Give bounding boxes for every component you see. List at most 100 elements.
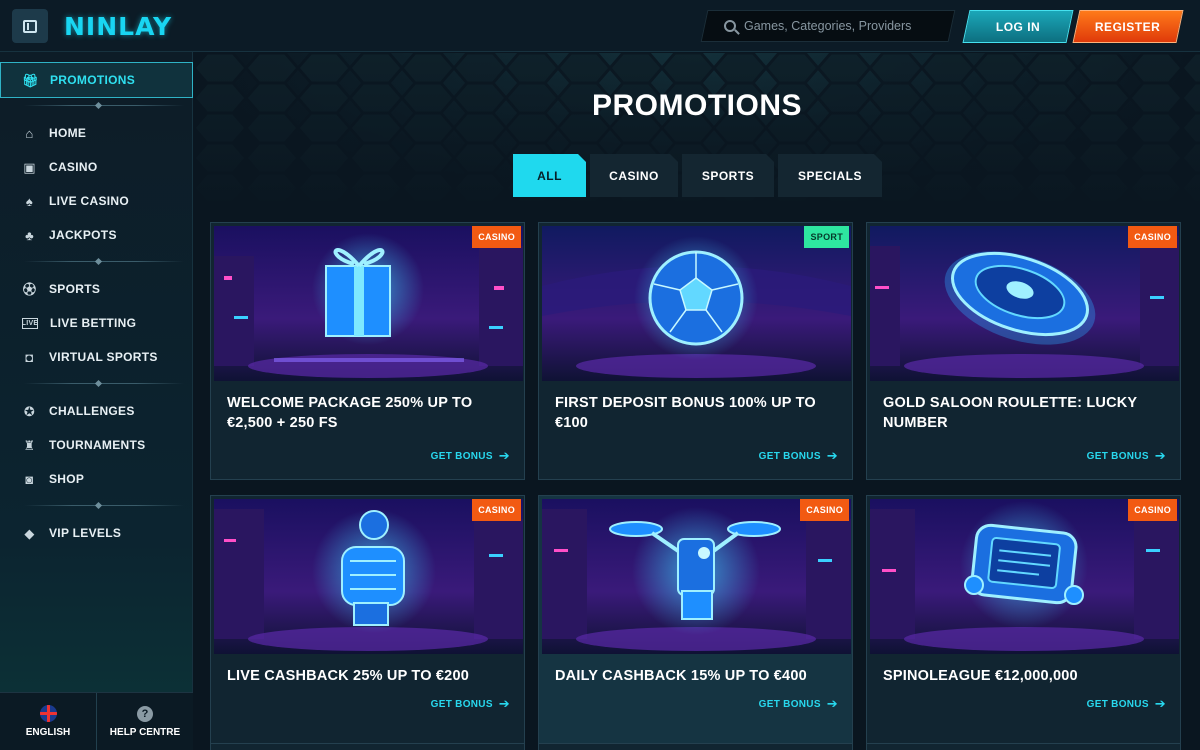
question-mark-icon: ? [137, 705, 153, 722]
trophy-icon: ♜ [23, 437, 36, 453]
category-badge: CASINO [1128, 499, 1177, 521]
sidebar-item-label: HOME [49, 126, 87, 140]
promo-title: FIRST DEPOSIT BONUS 100% UP TO €100 [555, 395, 816, 431]
help-label: HELP CENTRE [109, 726, 181, 738]
sidebar-item-promotions[interactable]: 🎁︎ PROMOTIONS [0, 62, 193, 98]
main-content: PROMOTIONS ALL CASINO SPORTS SPECIALS CA… [194, 53, 1200, 750]
sidebar-toggle-button[interactable] [12, 9, 48, 43]
tab-casino[interactable]: CASINO [590, 154, 678, 197]
promo-card[interactable]: CASINO WELCOME PACKAGE 250% UP TO €2,500… [210, 222, 525, 480]
sidebar-item-virtual-sports[interactable]: ◘ VIRTUAL SPORTS [0, 342, 193, 372]
slot-machine-icon: ▣ [23, 159, 36, 175]
promo-title: GOLD SALOON ROULETTE: LUCKY NUMBER [883, 395, 1138, 431]
get-bonus-label: GET BONUS [1086, 698, 1149, 710]
sidebar-item-label: CHALLENGES [49, 404, 135, 418]
sidebar-divider [24, 105, 184, 106]
get-bonus-link[interactable]: GET BONUS ➔ [1087, 448, 1166, 464]
uk-flag-icon [39, 705, 57, 722]
sidebar-divider [24, 383, 184, 384]
sidebar-item-label: VIP LEVELS [49, 526, 122, 540]
register-button-label: REGISTER [1095, 19, 1161, 34]
promo-card-partial[interactable] [866, 743, 1181, 750]
medal-icon: ✪ [23, 403, 36, 419]
sidebar-item-label: PROMOTIONS [50, 73, 136, 87]
sidebar-item-sports[interactable]: ⚽︎ SPORTS [0, 274, 193, 304]
sidebar-item-label: SHOP [49, 472, 85, 486]
logo[interactable]: NINLAY [64, 12, 172, 41]
sidebar-item-casino[interactable]: ▣ CASINO [0, 152, 193, 182]
category-badge: SPORT [804, 226, 849, 248]
sidebar-item-shop[interactable]: ◙ SHOP [0, 464, 193, 494]
page-title: PROMOTIONS [591, 89, 802, 122]
soccer-ball-icon: ⚽︎ [22, 281, 37, 297]
sidebar-item-label: SPORTS [49, 282, 101, 296]
get-bonus-link[interactable]: GET BONUS ➔ [759, 448, 838, 464]
clover-icon: ♣ [25, 227, 34, 243]
login-button-label: LOG IN [995, 19, 1041, 34]
top-header: NINLAY Games, Categories, Providers LOG … [0, 0, 1200, 52]
sidebar-item-home[interactable]: ⌂ HOME [0, 118, 193, 148]
sidebar-toggle-icon [23, 19, 37, 33]
promo-title: SPINOLEAGUE €12,000,000 [883, 668, 1078, 684]
live-icon: LIVE [21, 317, 39, 329]
search-placeholder: Games, Categories, Providers [744, 19, 912, 33]
shopping-bag-icon: ◙ [25, 471, 34, 487]
arrow-right-icon: ➔ [498, 696, 510, 711]
language-selector[interactable]: ENGLISH [0, 693, 96, 750]
get-bonus-link[interactable]: GET BONUS ➔ [431, 696, 510, 712]
arrow-right-icon: ➔ [1154, 696, 1166, 711]
login-button[interactable]: LOG IN [962, 10, 1074, 43]
sidebar-divider [24, 261, 184, 262]
sidebar-item-vip-levels[interactable]: ◆ VIP LEVELS [0, 518, 193, 548]
diamond-icon: ◆ [24, 525, 35, 541]
get-bonus-label: GET BONUS [430, 698, 493, 710]
promo-card[interactable]: CASINO LIVE CASHBACK 25% UP TO €200 GET … [210, 495, 525, 750]
promo-image-roulette [870, 226, 1179, 381]
sidebar-item-label: LIVE BETTING [50, 316, 137, 330]
register-button[interactable]: REGISTER [1072, 10, 1184, 43]
cards-icon: ♠ [25, 193, 34, 209]
promo-image-hand [214, 499, 523, 654]
get-bonus-link[interactable]: GET BONUS ➔ [431, 448, 510, 464]
sidebar-item-label: CASINO [49, 160, 98, 174]
sidebar: 🎁︎ PROMOTIONS ⌂ HOME ▣ CASINO ♠ LIVE CAS… [0, 52, 193, 750]
sidebar-item-label: TOURNAMENTS [49, 438, 146, 452]
sidebar-item-live-betting[interactable]: LIVE LIVE BETTING [0, 308, 193, 338]
promo-card[interactable]: SPORT FIRST DEPOSIT BONUS 100% UP TO €10… [538, 222, 853, 480]
tab-all[interactable]: ALL [513, 154, 586, 197]
get-bonus-label: GET BONUS [758, 450, 821, 462]
tab-sports[interactable]: SPORTS [682, 154, 774, 197]
promo-image-device [870, 499, 1179, 654]
arrow-right-icon: ➔ [826, 696, 838, 711]
help-centre-link[interactable]: ? HELP CENTRE [96, 693, 193, 750]
promo-title: WELCOME PACKAGE 250% UP TO €2,500 + 250 … [227, 395, 473, 431]
home-icon: ⌂ [25, 125, 34, 141]
promo-card-partial[interactable] [210, 743, 525, 750]
promo-card-partial[interactable] [538, 743, 853, 750]
category-badge: CASINO [472, 499, 521, 521]
arrow-right-icon: ➔ [498, 448, 510, 463]
sidebar-item-label: VIRTUAL SPORTS [49, 350, 158, 364]
get-bonus-link[interactable]: GET BONUS ➔ [1087, 696, 1166, 712]
sidebar-item-tournaments[interactable]: ♜ TOURNAMENTS [0, 430, 193, 460]
category-badge: CASINO [472, 226, 521, 248]
get-bonus-link[interactable]: GET BONUS ➔ [759, 696, 838, 712]
search-input-content[interactable]: Games, Categories, Providers [724, 10, 911, 42]
sidebar-item-live-casino[interactable]: ♠ LIVE CASINO [0, 186, 193, 216]
language-label: ENGLISH [25, 727, 71, 738]
sidebar-item-challenges[interactable]: ✪ CHALLENGES [0, 396, 193, 426]
tab-specials[interactable]: SPECIALS [778, 154, 882, 197]
promo-card[interactable]: CASINO GOLD SALOON ROULETTE: LUCKY NUMBE… [866, 222, 1181, 480]
promo-title: LIVE CASHBACK 25% UP TO €200 [227, 668, 469, 684]
sidebar-item-label: JACKPOTS [49, 228, 117, 242]
promo-image-gift [214, 226, 523, 381]
gamepad-icon: ◘ [25, 349, 34, 365]
sidebar-divider [24, 505, 184, 506]
promo-card[interactable]: CASINO DAILY CASHBACK 15% UP TO €400 GET… [538, 495, 853, 750]
promotion-tabs: ALL CASINO SPORTS SPECIALS [513, 154, 882, 197]
sidebar-item-jackpots[interactable]: ♣ JACKPOTS [0, 220, 193, 250]
promo-card[interactable]: CASINO SPINOLEAGUE €12,000,000 GET BONUS… [866, 495, 1181, 750]
promo-image-ball [542, 226, 851, 381]
promo-image-drone [542, 499, 851, 654]
sidebar-item-label: LIVE CASINO [49, 194, 129, 208]
